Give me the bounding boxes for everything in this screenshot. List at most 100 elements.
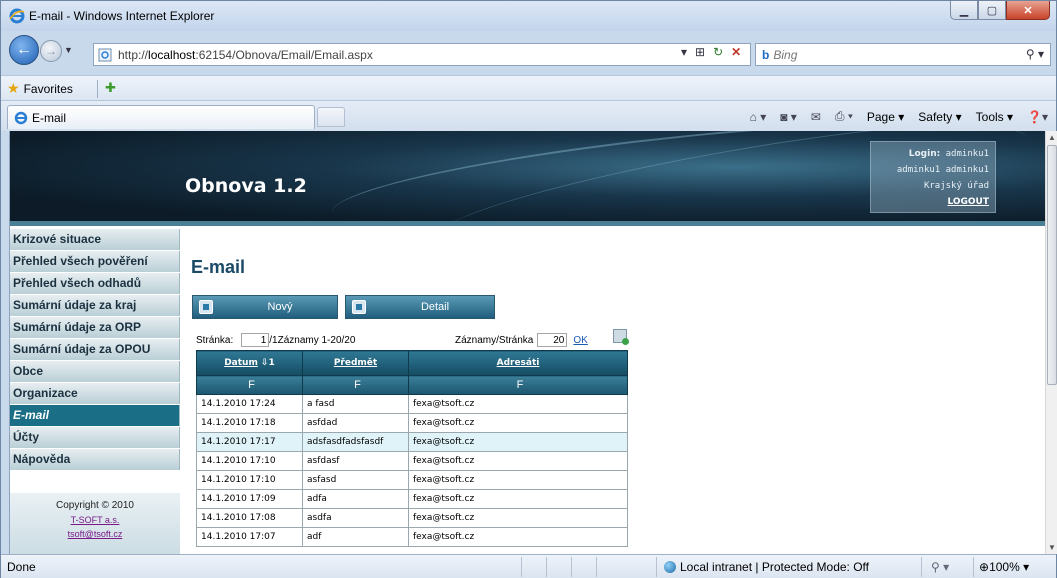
column-header-datum[interactable]: Datum ⇩1: [196, 350, 303, 376]
safety-menu[interactable]: Safety ▾: [918, 110, 961, 124]
scroll-up-icon[interactable]: ▲: [1048, 133, 1056, 142]
add-favorite-icon[interactable]: ✚: [105, 80, 116, 96]
favorites-bar: ★ Favorites ✚: [1, 75, 1056, 101]
column-header-adresati[interactable]: Adresáti: [408, 350, 628, 376]
table-row[interactable]: 14.1.2010 17:18 asfdad fexa@tsoft.cz: [196, 413, 628, 433]
status-text: Done: [7, 560, 36, 574]
scroll-down-icon[interactable]: ▼: [1048, 543, 1056, 552]
table-row[interactable]: 14.1.2010 17:09 adfa fexa@tsoft.cz: [196, 489, 628, 509]
detail-button[interactable]: Detail: [345, 295, 495, 319]
tools-menu[interactable]: Tools ▾: [976, 110, 1013, 124]
security-zone[interactable]: Local intranet | Protected Mode: Off: [664, 560, 869, 574]
vertical-scrollbar[interactable]: ▲ ▼: [1045, 131, 1057, 554]
menu-item-sumarni-opou[interactable]: Sumární údaje za OPOU: [10, 339, 180, 360]
forward-button[interactable]: →: [40, 40, 62, 62]
back-button[interactable]: ←: [9, 35, 39, 65]
left-menu: Krizové situace Přehled všech pověření P…: [10, 229, 180, 471]
address-bar[interactable]: http://localhost:62154/Obnova/Email/Emai…: [93, 43, 751, 66]
menu-item-sumarni-orp[interactable]: Sumární údaje za ORP: [10, 317, 180, 338]
stop-icon[interactable]: ✕: [731, 45, 741, 59]
pager-info: /1Záznamy 1-20/20: [269, 334, 356, 346]
page-viewport: Obnova 1.2 Login: adminku1 adminku1 admi…: [9, 131, 1045, 554]
print-icon[interactable]: ⎙ ▾: [835, 109, 853, 124]
table-row-selected[interactable]: 14.1.2010 17:17 adsfasdfadsfasdf fexa@tsof…: [196, 432, 628, 452]
help-icon[interactable]: ❓▾: [1027, 110, 1048, 124]
home-icon[interactable]: ⌂ ▾: [750, 110, 767, 124]
bing-logo-icon: b: [762, 48, 770, 62]
tab-email[interactable]: E-mail: [7, 105, 315, 129]
menu-item-prehled-odhadu[interactable]: Přehled všech odhadů: [10, 273, 180, 294]
minimize-button[interactable]: ▁: [950, 1, 978, 20]
favorites-star-icon: ★: [7, 80, 20, 96]
search-placeholder: b Bing: [762, 48, 798, 62]
favorites-button[interactable]: ★ Favorites: [7, 80, 73, 97]
page-icon: [98, 48, 112, 62]
menu-item-prehled-povereni[interactable]: Přehled všech pověření: [10, 251, 180, 272]
recent-pages-dropdown[interactable]: ▼: [64, 45, 73, 55]
email-link[interactable]: tsoft@tsoft.cz: [10, 527, 180, 541]
company-link[interactable]: T-SOFT a.s.: [10, 513, 180, 527]
table-row[interactable]: 14.1.2010 17:07 adf fexa@tsoft.cz: [196, 527, 628, 547]
menu-item-obce[interactable]: Obce: [10, 361, 180, 382]
compatibility-icon[interactable]: ⊞: [695, 45, 705, 59]
tab-row: E-mail ⌂ ▾ ◙ ▾ ✉ ⎙ ▾ Page ▾ Safety ▾ Too…: [1, 101, 1056, 131]
search-box[interactable]: b Bing ⚲ ▾: [755, 43, 1051, 66]
menu-item-krizove-situace[interactable]: Krizové situace: [10, 229, 180, 250]
tab-page-icon: [14, 111, 28, 124]
menu-item-napoveda[interactable]: Nápověda: [10, 449, 180, 470]
menu-item-ucty[interactable]: Účty: [10, 427, 180, 448]
menu-item-organizace[interactable]: Organizace: [10, 383, 180, 404]
browser-window: E-mail - Windows Internet Explorer ▁ ▢ ✕…: [0, 0, 1057, 578]
menu-item-sumarni-kraj[interactable]: Sumární údaje za kraj: [10, 295, 180, 316]
table-row[interactable]: 14.1.2010 17:24 a fasd fexa@tsoft.cz: [196, 394, 628, 414]
zoom-icon: ⊕: [979, 560, 990, 574]
maximize-button[interactable]: ▢: [978, 1, 1006, 20]
page-number-input[interactable]: [241, 333, 270, 347]
filter-datum-button[interactable]: F: [196, 375, 303, 395]
menu-item-email[interactable]: E-mail: [10, 405, 180, 426]
filter-adresati-button[interactable]: F: [408, 375, 628, 395]
filter-row: F F F: [196, 375, 628, 395]
address-dropdown-icon[interactable]: ▾: [681, 45, 687, 59]
page-size: Záznamy/Stránka OK: [455, 333, 588, 347]
window-controls: ▁ ▢ ✕: [950, 1, 1050, 21]
window-title: E-mail - Windows Internet Explorer: [29, 9, 215, 23]
filter-predmet-button[interactable]: F: [302, 375, 409, 395]
address-row: ← → ▼ http://localhost:62154/Obnova/Emai…: [1, 31, 1056, 75]
pager-label: Stránka:: [196, 334, 234, 346]
feeds-icon[interactable]: ◙ ▾: [780, 110, 797, 124]
command-bar: ⌂ ▾ ◙ ▾ ✉ ⎙ ▾ Page ▾ Safety ▾ Tools ▾ ❓▾: [750, 109, 1048, 124]
copyright-box: Copyright © 2010 T-SOFT a.s. tsoft@tsoft…: [10, 493, 180, 554]
scroll-thumb[interactable]: [1047, 145, 1057, 385]
copyright-text: Copyright © 2010: [56, 500, 134, 511]
table-row[interactable]: 14.1.2010 17:08 asdfa fexa@tsoft.cz: [196, 508, 628, 528]
page-size-ok-link[interactable]: OK: [573, 335, 587, 346]
status-bar: Done Local intranet | Protected Mode: Of…: [1, 554, 1056, 578]
new-button[interactable]: Nový: [192, 295, 338, 319]
protection-icon[interactable]: ⚲ ▾: [931, 560, 949, 574]
page-size-input[interactable]: [537, 333, 568, 347]
sort-desc-icon: ⇩1: [260, 358, 275, 368]
close-button[interactable]: ✕: [1006, 1, 1050, 20]
title-bar: E-mail - Windows Internet Explorer ▁ ▢ ✕: [1, 1, 1056, 31]
ie-logo-icon: [9, 8, 25, 24]
intranet-globe-icon: [664, 561, 676, 573]
page-size-label: Záznamy/Stránka: [455, 334, 534, 346]
export-icon[interactable]: [613, 329, 629, 345]
mail-icon[interactable]: ✉: [811, 110, 821, 124]
new-tab-button[interactable]: [317, 107, 345, 127]
column-header-predmet[interactable]: Předmět: [302, 350, 409, 376]
table-row[interactable]: 14.1.2010 17:10 asfasd fexa@tsoft.cz: [196, 470, 628, 490]
user-full-name: adminku1 adminku1: [896, 165, 989, 175]
page-title: E-mail: [191, 257, 246, 277]
url-text: http://localhost:62154/Obnova/Email/Emai…: [118, 48, 373, 62]
favorites-separator: [97, 80, 98, 98]
table-row[interactable]: 14.1.2010 17:10 asfdasf fexa@tsoft.cz: [196, 451, 628, 471]
refresh-icon[interactable]: ↻: [713, 45, 723, 59]
search-icon[interactable]: ⚲ ▾: [1026, 47, 1044, 61]
zoom-level[interactable]: ⊕100% ▾: [979, 560, 1029, 574]
page-menu[interactable]: Page ▾: [867, 110, 904, 124]
site-title: Obnova 1.2: [185, 175, 307, 197]
site-header: Obnova 1.2 Login: adminku1 adminku1 admi…: [10, 131, 1045, 221]
logout-link[interactable]: LOGOUT: [947, 197, 989, 207]
